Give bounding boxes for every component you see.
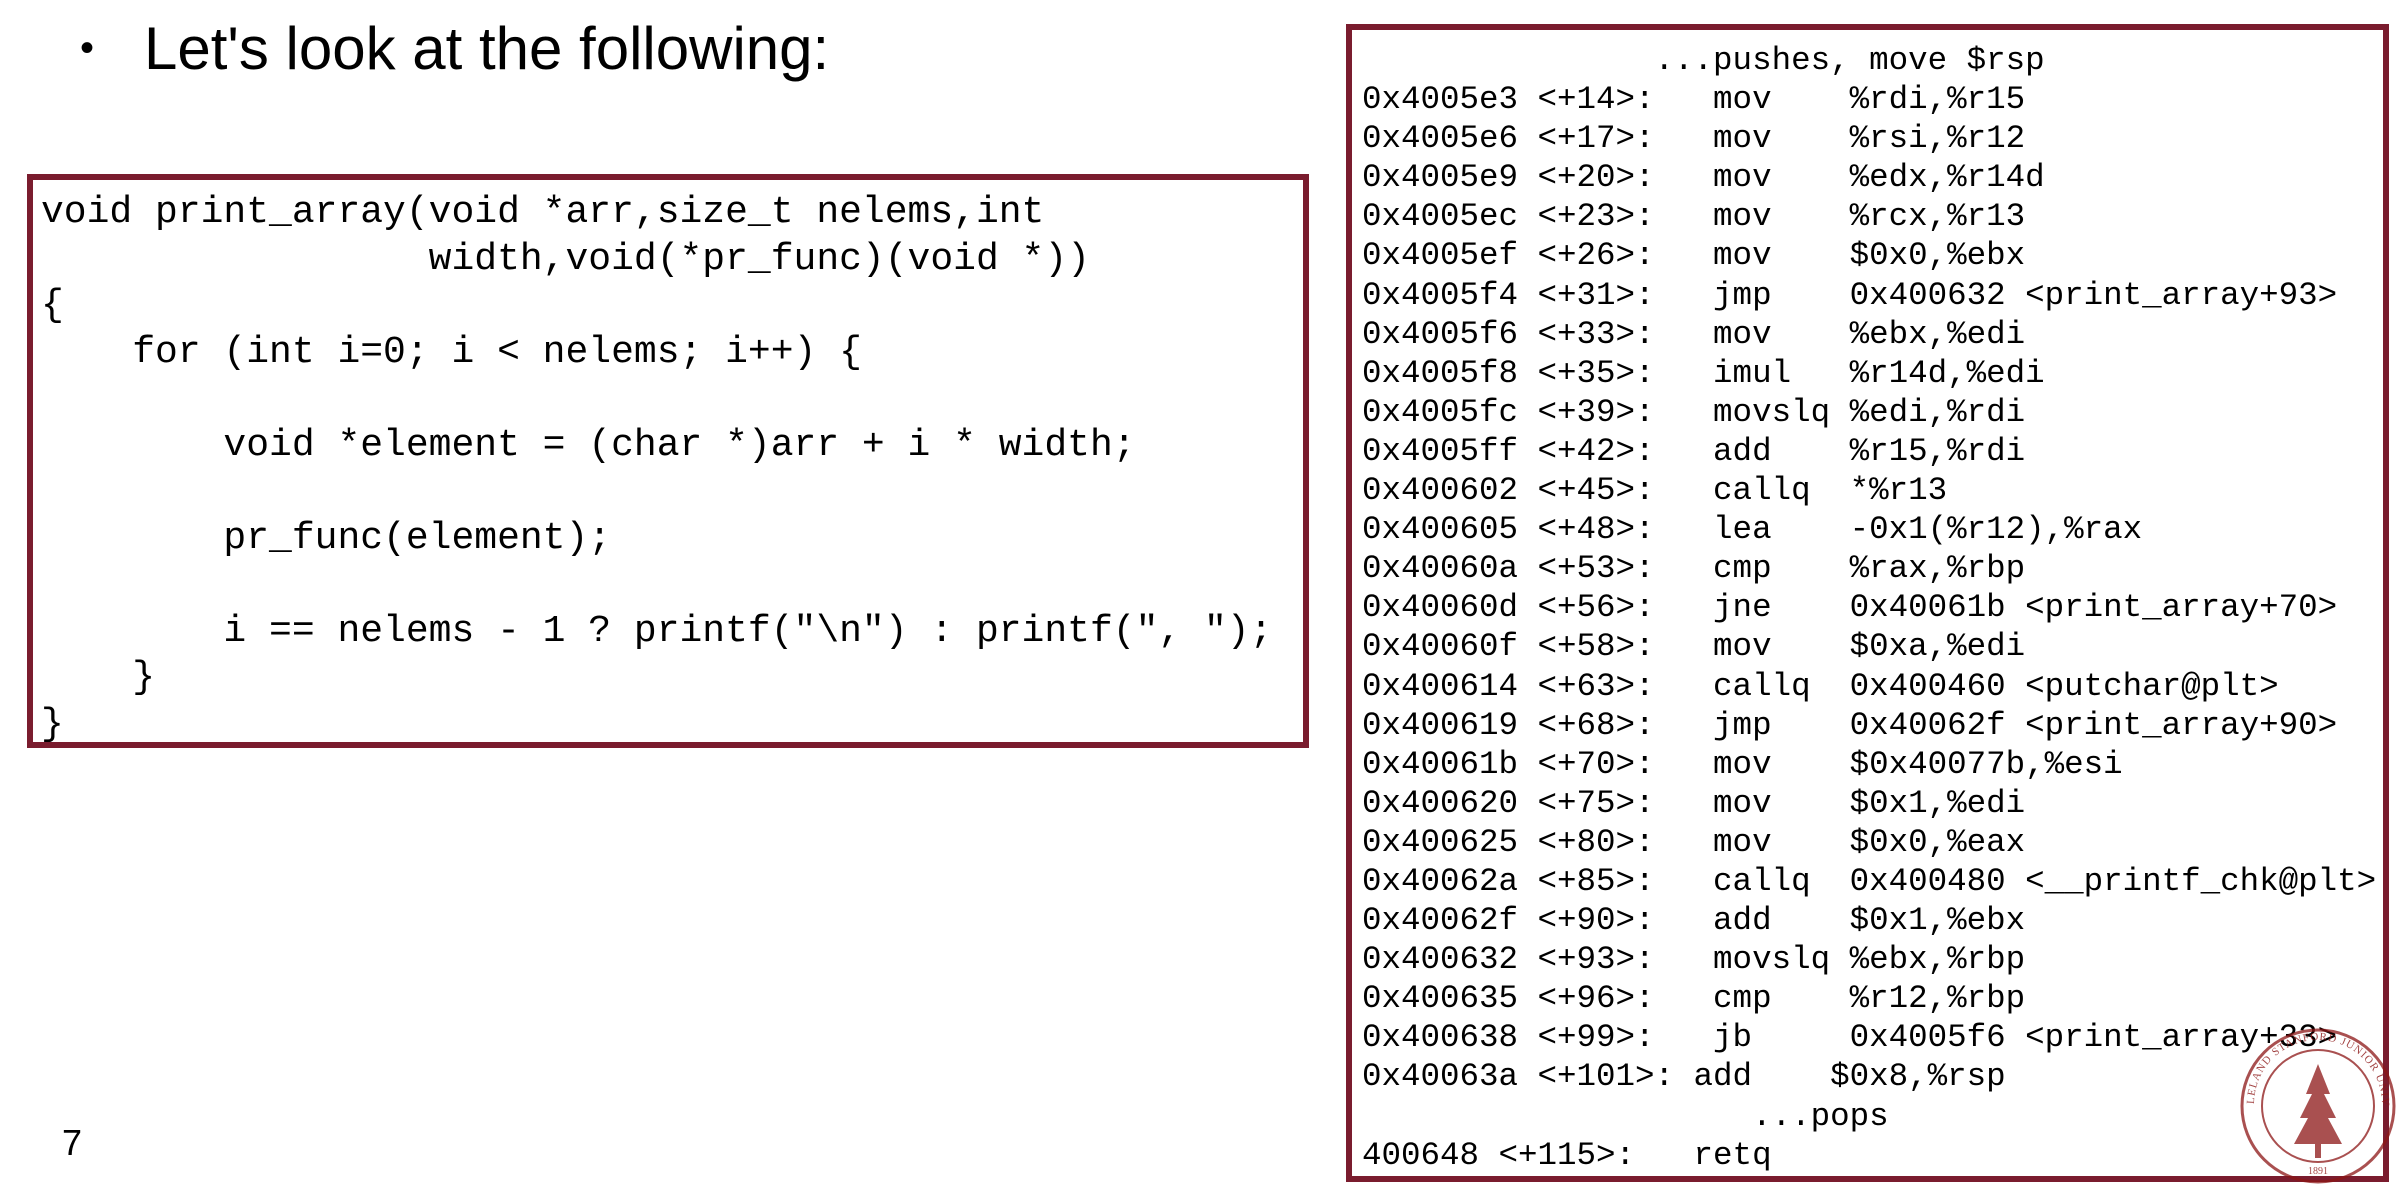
assembly-line: 0x4005fc <+39>: movslq %edi,%rdi	[1362, 393, 2026, 431]
assembly-line: 0x400602 <+45>: callq *%r13	[1362, 472, 1948, 510]
assembly-line: 0x400620 <+75>: mov $0x1,%edi	[1362, 784, 2026, 822]
assembly-line: 0x400638 <+99>: jb 0x4005f6 <print_array…	[1362, 1019, 2338, 1057]
assembly-line: 0x4005f6 <+33>: mov %ebx,%edi	[1362, 315, 2026, 353]
assembly-line: 0x4005e6 <+17>: mov %rsi,%r12	[1362, 120, 2026, 158]
assembly-listing-box: ...pushes, move $rsp 0x4005e3 <+14>: mov …	[1346, 24, 2389, 1182]
bullet-item: • Let's look at the following:	[80, 8, 829, 89]
assembly-line: 0x400619 <+68>: jmp 0x40062f <print_arra…	[1362, 706, 2338, 744]
assembly-line: ...pushes, move $rsp	[1362, 42, 2045, 79]
assembly-line: 0x4005f4 <+31>: jmp 0x400632 <print_arra…	[1362, 276, 2338, 314]
assembly-line: 0x40062f <+90>: add $0x1,%ebx	[1362, 902, 2026, 940]
assembly-line: 0x400605 <+48>: lea -0x1(%r12),%rax	[1362, 511, 2143, 549]
c-source-code: void print_array(void *arr,size_t nelems…	[41, 191, 1273, 746]
bullet-marker: •	[80, 26, 95, 70]
stanford-seal-icon: LELAND STANFORD JUNIOR UNIVERSITY 1891	[2236, 1014, 2396, 1184]
assembly-line: 0x40062a <+85>: callq 0x400480 <__printf…	[1362, 862, 2377, 900]
assembly-line: 0x400625 <+80>: mov $0x0,%eax	[1362, 823, 2026, 861]
assembly-line: 0x40061b <+70>: mov $0x40077b,%esi	[1362, 745, 2123, 783]
assembly-line: ...pops	[1362, 1097, 1889, 1135]
assembly-line: 0x40060f <+58>: mov $0xa,%edi	[1362, 628, 2026, 666]
assembly-line: 0x400632 <+93>: movslq %ebx,%rbp	[1362, 941, 2026, 979]
assembly-line: 0x400635 <+96>: cmp %r12,%rbp	[1362, 980, 2026, 1018]
slide-number: 7	[62, 1122, 83, 1163]
assembly-line: 0x40063a <+101>: add $0x8,%rsp	[1362, 1058, 2006, 1096]
assembly-line: 0x40060d <+56>: jne 0x40061b <print_arra…	[1362, 589, 2338, 627]
assembly-lines: ...pushes, move $rsp 0x4005e3 <+14>: mov …	[1362, 41, 2376, 1175]
assembly-line: 0x4005ef <+26>: mov $0x0,%ebx	[1362, 237, 2026, 275]
assembly-line: 0x4005ec <+23>: mov %rcx,%r13	[1362, 198, 2026, 236]
assembly-line: 0x4005f8 <+35>: imul %r14d,%edi	[1362, 354, 2045, 392]
bullet-text: Let's look at the following:	[144, 15, 830, 82]
seal-year: 1891	[2308, 1166, 2328, 1177]
assembly-line: 0x4005e3 <+14>: mov %rdi,%r15	[1362, 81, 2026, 119]
assembly-line: 400648 <+115>: retq	[1362, 1136, 1772, 1174]
assembly-line: 0x40060a <+53>: cmp %rax,%rbp	[1362, 550, 2026, 588]
assembly-line: 0x400614 <+63>: callq 0x400460 <putchar@…	[1362, 667, 2279, 705]
assembly-line: 0x4005ff <+42>: add %r15,%rdi	[1362, 432, 2026, 470]
c-code-box: void print_array(void *arr,size_t nelems…	[27, 174, 1309, 748]
assembly-line: 0x4005e9 <+20>: mov %edx,%r14d	[1362, 159, 2045, 197]
